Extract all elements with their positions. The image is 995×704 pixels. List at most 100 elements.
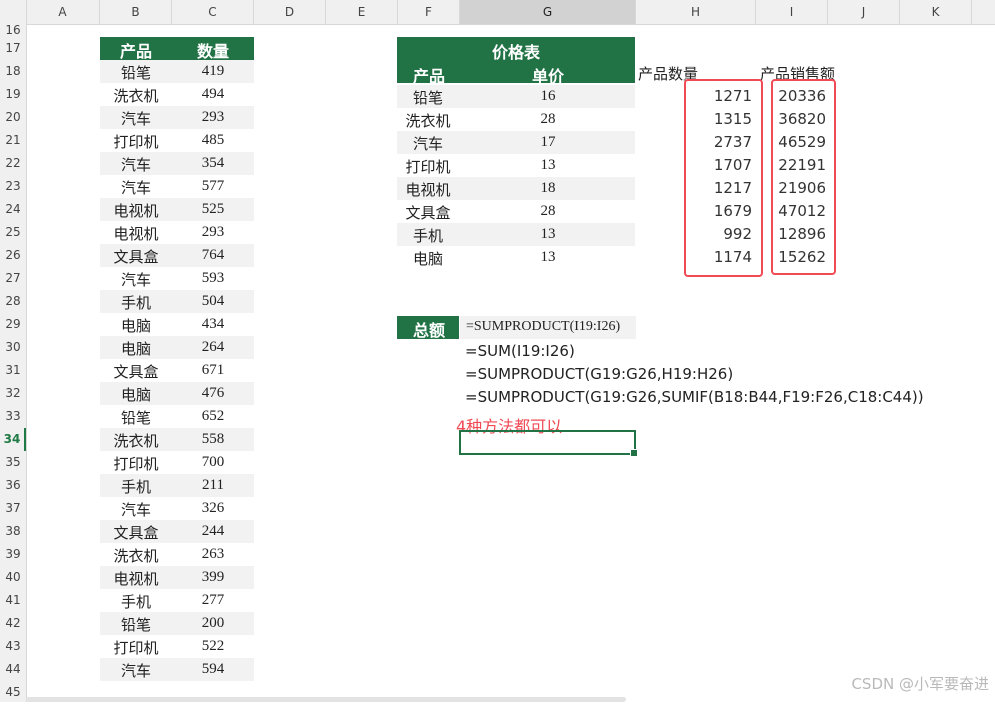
formula-1[interactable]: =SUMPRODUCT(I19:I26)	[466, 319, 620, 335]
row-header-35[interactable]: 35	[0, 451, 26, 474]
left-qty-cell[interactable]: 277	[172, 592, 254, 609]
row-header-40[interactable]: 40	[0, 566, 26, 589]
column-header-f[interactable]: F	[398, 0, 460, 24]
left-qty-cell[interactable]: 764	[172, 247, 254, 264]
left-qty-cell[interactable]: 293	[172, 224, 254, 241]
left-qty-cell[interactable]: 525	[172, 201, 254, 218]
price-product-cell[interactable]: 手机	[397, 225, 459, 246]
formula-2[interactable]: =SUM(I19:I26)	[465, 342, 575, 360]
price-unit-cell[interactable]: 13	[460, 157, 636, 174]
left-product-cell[interactable]: 打印机	[100, 131, 172, 152]
row-header-20[interactable]: 20	[0, 106, 26, 129]
left-product-cell[interactable]: 汽车	[100, 154, 172, 175]
row-header-43[interactable]: 43	[0, 635, 26, 658]
column-header-a[interactable]: A	[26, 0, 100, 24]
left-qty-cell[interactable]: 700	[172, 454, 254, 471]
left-product-cell[interactable]: 洗衣机	[100, 545, 172, 566]
select-all-corner[interactable]	[0, 0, 27, 24]
row-header-16[interactable]: 16	[0, 24, 26, 37]
left-qty-cell[interactable]: 263	[172, 546, 254, 563]
left-product-cell[interactable]: 打印机	[100, 637, 172, 658]
row-header-37[interactable]: 37	[0, 497, 26, 520]
left-qty-cell[interactable]: 419	[172, 63, 254, 80]
left-product-cell[interactable]: 汽车	[100, 108, 172, 129]
price-product-cell[interactable]: 打印机	[397, 156, 459, 177]
left-product-cell[interactable]: 铅笔	[100, 62, 172, 83]
row-header-27[interactable]: 27	[0, 267, 26, 290]
left-qty-cell[interactable]: 434	[172, 316, 254, 333]
column-header-j[interactable]: J	[828, 0, 900, 24]
row-header-36[interactable]: 36	[0, 474, 26, 497]
row-header-18[interactable]: 18	[0, 60, 26, 83]
price-unit-cell[interactable]: 28	[460, 203, 636, 220]
row-header-30[interactable]: 30	[0, 336, 26, 359]
column-header-c[interactable]: C	[172, 0, 254, 24]
row-header-21[interactable]: 21	[0, 129, 26, 152]
row-header-25[interactable]: 25	[0, 221, 26, 244]
left-qty-cell[interactable]: 200	[172, 615, 254, 632]
row-header-22[interactable]: 22	[0, 152, 26, 175]
price-unit-cell[interactable]: 13	[460, 249, 636, 266]
price-unit-cell[interactable]: 17	[460, 134, 636, 151]
price-product-cell[interactable]: 电脑	[397, 248, 459, 269]
row-header-23[interactable]: 23	[0, 175, 26, 198]
price-product-cell[interactable]: 电视机	[397, 179, 459, 200]
selected-cell-g34[interactable]	[459, 430, 638, 457]
left-qty-cell[interactable]: 326	[172, 500, 254, 517]
left-product-cell[interactable]: 汽车	[100, 660, 172, 681]
left-product-cell[interactable]: 电视机	[100, 200, 172, 221]
left-qty-cell[interactable]: 594	[172, 661, 254, 678]
price-product-cell[interactable]: 铅笔	[397, 87, 459, 108]
left-product-cell[interactable]: 电视机	[100, 568, 172, 589]
left-product-cell[interactable]: 电脑	[100, 338, 172, 359]
row-header-38[interactable]: 38	[0, 520, 26, 543]
price-unit-cell[interactable]: 18	[460, 180, 636, 197]
price-unit-cell[interactable]: 28	[460, 111, 636, 128]
left-qty-cell[interactable]: 494	[172, 86, 254, 103]
left-product-cell[interactable]: 电视机	[100, 223, 172, 244]
left-product-cell[interactable]: 铅笔	[100, 614, 172, 635]
left-qty-cell[interactable]: 558	[172, 431, 254, 448]
left-qty-cell[interactable]: 485	[172, 132, 254, 149]
left-qty-cell[interactable]: 593	[172, 270, 254, 287]
row-header-24[interactable]: 24	[0, 198, 26, 221]
left-product-cell[interactable]: 电脑	[100, 315, 172, 336]
left-product-cell[interactable]: 电脑	[100, 384, 172, 405]
row-header-45[interactable]: 45	[0, 681, 26, 704]
left-product-cell[interactable]: 文具盒	[100, 361, 172, 382]
left-qty-cell[interactable]: 577	[172, 178, 254, 195]
left-product-cell[interactable]: 手机	[100, 292, 172, 313]
left-product-cell[interactable]: 汽车	[100, 269, 172, 290]
row-header-42[interactable]: 42	[0, 612, 26, 635]
column-header-h[interactable]: H	[636, 0, 756, 24]
price-unit-cell[interactable]: 13	[460, 226, 636, 243]
formula-4[interactable]: =SUMPRODUCT(G19:G26,SUMIF(B18:B44,F19:F2…	[465, 388, 924, 406]
left-product-cell[interactable]: 洗衣机	[100, 430, 172, 451]
row-header-32[interactable]: 32	[0, 382, 26, 405]
row-header-17[interactable]: 17	[0, 37, 26, 60]
left-qty-cell[interactable]: 671	[172, 362, 254, 379]
row-header-31[interactable]: 31	[0, 359, 26, 382]
left-product-cell[interactable]: 汽车	[100, 499, 172, 520]
left-qty-cell[interactable]: 293	[172, 109, 254, 126]
row-header-28[interactable]: 28	[0, 290, 26, 313]
left-product-cell[interactable]: 汽车	[100, 177, 172, 198]
left-product-cell[interactable]: 手机	[100, 591, 172, 612]
row-header-33[interactable]: 33	[0, 405, 26, 428]
column-header-k[interactable]: K	[900, 0, 972, 24]
left-product-cell[interactable]: 手机	[100, 476, 172, 497]
price-unit-cell[interactable]: 16	[460, 88, 636, 105]
price-product-cell[interactable]: 文具盒	[397, 202, 459, 223]
column-header-g[interactable]: G	[460, 0, 636, 24]
fill-handle[interactable]	[630, 449, 638, 457]
row-header-29[interactable]: 29	[0, 313, 26, 336]
left-product-cell[interactable]: 铅笔	[100, 407, 172, 428]
left-qty-cell[interactable]: 264	[172, 339, 254, 356]
left-qty-cell[interactable]: 244	[172, 523, 254, 540]
price-product-cell[interactable]: 汽车	[397, 133, 459, 154]
left-qty-cell[interactable]: 211	[172, 477, 254, 494]
left-product-cell[interactable]: 洗衣机	[100, 85, 172, 106]
row-header-39[interactable]: 39	[0, 543, 26, 566]
left-product-cell[interactable]: 打印机	[100, 453, 172, 474]
row-header-19[interactable]: 19	[0, 83, 26, 106]
